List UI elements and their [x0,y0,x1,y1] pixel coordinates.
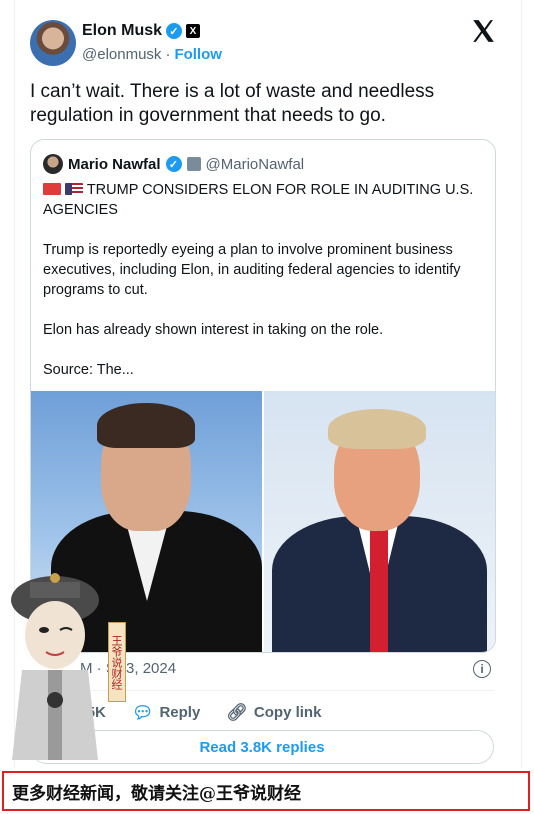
verified-badge-icon: ✓ [165,156,182,172]
date-fragment[interactable]: 3, 2024 [120,660,176,677]
seal-stamp: 王爷说财经 [108,622,126,702]
quoted-author-handle: @MarioNawfal [205,155,305,173]
figure-tie [370,526,388,652]
us-flag-icon [65,183,84,195]
info-icon[interactable]: i [473,660,491,678]
quoted-avatar [43,154,63,174]
figure-hair [97,403,195,448]
quoted-body: TRUMP CONSIDERS ELON FOR ROLE IN AUDITIN… [43,180,483,400]
reply-label: Reply [159,704,201,721]
quoted-source: Source: The... [43,362,134,378]
quoted-header: Mario Nawfal ✓ @MarioNawfal [43,154,304,174]
mascot-illustration [11,573,99,760]
follow-button[interactable]: Follow [174,46,222,63]
figure-hair [328,409,426,449]
quoted-paragraph-1: Trump is reportedly eyeing a plan to inv… [43,242,461,298]
copy-link-label: Copy link [253,704,322,721]
author-handle-row: @elonmusk · Follow [82,46,222,63]
quoted-paragraph-2: Elon has already shown interest in takin… [43,322,384,338]
separator-dot: · [165,46,171,63]
affiliation-icon [186,157,201,171]
photo-right[interactable] [264,391,495,652]
x-affiliation-icon: X [186,24,201,38]
alert-flag-icon [43,183,61,195]
author-name[interactable]: Elon Musk [82,22,162,40]
quoted-headline-text: TRUMP CONSIDERS ELON FOR ROLE IN AUDITIN… [43,182,474,218]
quoted-author-name: Mario Nawfal [68,155,161,173]
author-name-row: Elon Musk ✓ X [82,22,201,40]
reply-icon: 💬︎ [131,702,154,722]
copy-link-button[interactable]: 🔗︎ Copy link [226,703,321,723]
reply-button[interactable]: 💬︎ Reply [132,703,200,723]
author-avatar[interactable] [30,20,76,66]
author-handle[interactable]: @elonmusk [82,46,161,63]
footer-banner: 更多财经新闻，敬请关注@王爷说财经 [2,771,530,811]
verified-badge-icon: ✓ [166,23,183,39]
quoted-headline: TRUMP CONSIDERS ELON FOR ROLE IN AUDITIN… [43,180,483,220]
tweet-text: I can’t wait. There is a lot of waste an… [30,81,435,126]
link-icon: 🔗︎ [226,702,248,722]
x-logo-icon[interactable] [470,18,496,44]
